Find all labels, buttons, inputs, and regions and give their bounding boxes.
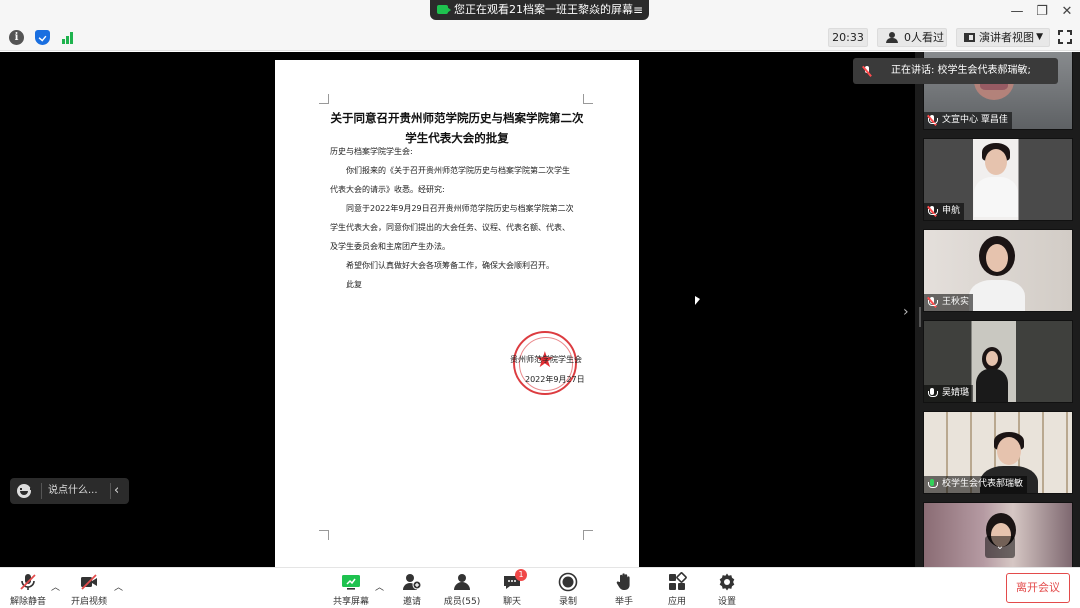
- apps-grid-icon: [669, 572, 687, 590]
- restore-icon[interactable]: ❐: [1032, 3, 1052, 21]
- members-button[interactable]: 成员(55): [440, 570, 484, 608]
- viewers-button[interactable]: 0人看过: [877, 28, 947, 47]
- mic-muted-icon: [20, 574, 36, 590]
- share-screen-button[interactable]: 共享屏幕: [329, 570, 373, 608]
- chevron-up-icon[interactable]: ︿: [375, 580, 384, 593]
- document-signature: 贵州师范学院学生会: [510, 355, 582, 364]
- document-paragraph: 及学生委员会和主席团产生办法。: [330, 242, 450, 251]
- chat-label: 聊天: [502, 597, 521, 607]
- participant-name: 校学生会代表郝瑞敏: [924, 476, 1028, 493]
- chevron-down-icon: ▼: [1036, 32, 1043, 42]
- mic-muted-icon: [926, 297, 938, 308]
- settings-button[interactable]: 设置: [707, 570, 747, 608]
- participant-video-panel: 文宣中心 覃昌佳 申航 王秋实 吴婧璐 校学生会代表郝瑞敏: [915, 52, 1080, 567]
- view-mode-dropdown[interactable]: 演讲者视图 ▼: [956, 28, 1050, 47]
- title-bar: 您正在观看21档案一班王黎焱的屏幕 ≡ — ❐ ✕: [0, 0, 1080, 24]
- menu-icon[interactable]: ≡: [633, 0, 643, 20]
- mic-muted-icon: [861, 66, 872, 77]
- leave-meeting-button[interactable]: 离开会议: [1006, 573, 1070, 603]
- share-screen-label: 共享屏幕: [332, 597, 369, 607]
- screen-share-icon: [437, 5, 451, 14]
- minimize-icon[interactable]: —: [1007, 3, 1027, 21]
- raise-hand-button[interactable]: 举手: [604, 570, 644, 608]
- chat-button[interactable]: 1 聊天: [492, 569, 532, 608]
- person-icon: [886, 32, 898, 43]
- emoji-icon[interactable]: [17, 484, 32, 498]
- chevron-right-icon[interactable]: ›: [903, 304, 909, 320]
- document-date: 2022年9月27日: [525, 375, 585, 384]
- signal-icon[interactable]: [60, 30, 75, 45]
- unmute-label: 解除静音: [9, 597, 46, 607]
- mic-on-icon: [928, 388, 938, 399]
- document-paragraph: 希望你们认真做好大会各项筹备工作，确保大会顺利召开。: [346, 261, 554, 270]
- participant-tile[interactable]: 申航: [923, 138, 1073, 221]
- invite-label: 邀请: [402, 597, 421, 607]
- chevron-up-icon[interactable]: ︿: [114, 580, 123, 593]
- screen-share-notice[interactable]: 您正在观看21档案一班王黎焱的屏幕 ≡: [430, 0, 649, 20]
- record-icon: [558, 572, 578, 592]
- document-addressee: 历史与档案学院学生会:: [330, 147, 413, 156]
- fullscreen-icon[interactable]: [1057, 29, 1073, 45]
- viewers-count: 0人看过: [904, 31, 944, 44]
- mic-muted-icon: [926, 206, 938, 217]
- add-user-icon: [403, 574, 422, 590]
- chat-input[interactable]: 说点什么...: [48, 478, 98, 504]
- chat-input-pill[interactable]: 说点什么... ‹: [10, 478, 129, 504]
- document-paragraph: 同意于2022年9月29日召开贵州师范学院历史与档案学院第二次: [346, 204, 574, 213]
- meeting-toolbar: 解除静音 ︿ 开启视频 ︿ 共享屏幕 ︿ 邀请 成员(55) 1 聊天 录制 举…: [0, 567, 1080, 608]
- active-speaker-toast: 正在讲话: 校学生会代表郝瑞敏;: [853, 58, 1058, 84]
- document-paragraph: 代表大会的请示》收悉。经研究:: [330, 185, 445, 194]
- document-paragraph: 你们报来的《关于召开贵州师范学院历史与档案学院第二次学生: [346, 166, 570, 175]
- settings-label: 设置: [717, 597, 736, 607]
- meeting-status-bar: i 20:33 0人看过 演讲者视图 ▼: [0, 24, 1080, 51]
- close-icon[interactable]: ✕: [1057, 3, 1077, 21]
- start-video-label: 开启视频: [70, 597, 107, 607]
- record-button[interactable]: 录制: [548, 570, 588, 608]
- document-paragraph: 学生代表大会，同意你们提出的大会任务、议程、代表名额、代表、: [330, 223, 570, 232]
- shared-document: 关于同意召开贵州师范学院历史与档案学院第二次学生代表大会的批复 历史与档案学院学…: [275, 60, 639, 567]
- document-closing: 此复: [346, 280, 362, 289]
- mic-muted-icon: [926, 115, 938, 126]
- members-icon: [454, 574, 470, 590]
- participant-tile[interactable]: 吴婧璐: [923, 320, 1073, 403]
- chevron-left-icon[interactable]: ‹: [114, 478, 119, 504]
- chevron-down-icon[interactable]: ⌄: [985, 536, 1015, 558]
- participant-tile[interactable]: 校学生会代表郝瑞敏: [923, 411, 1073, 494]
- shared-screen-area: 关于同意召开贵州师范学院历史与档案学院第二次学生代表大会的批复 历史与档案学院学…: [0, 52, 915, 567]
- chat-badge: 1: [515, 569, 527, 581]
- invite-button[interactable]: 邀请: [392, 570, 432, 608]
- chevron-up-icon[interactable]: ︿: [51, 580, 60, 593]
- raise-hand-label: 举手: [614, 597, 633, 607]
- apps-label: 应用: [667, 597, 686, 607]
- active-speaker-text: 正在讲话: 校学生会代表郝瑞敏;: [891, 65, 1031, 76]
- view-mode-label: 演讲者视图: [979, 31, 1034, 44]
- mic-active-icon: [928, 479, 938, 490]
- apps-button[interactable]: 应用: [657, 570, 697, 608]
- record-label: 录制: [558, 597, 577, 607]
- share-screen-icon: [342, 575, 360, 590]
- members-label: 成员(55): [443, 597, 481, 607]
- video-off-icon: [81, 574, 97, 590]
- unmute-button[interactable]: 解除静音: [6, 570, 50, 608]
- share-notice-text: 您正在观看21档案一班王黎焱的屏幕: [454, 3, 633, 16]
- gear-icon: [719, 573, 735, 591]
- mouse-cursor-icon: [695, 296, 700, 305]
- speaker-view-icon: [964, 33, 975, 42]
- participant-tile[interactable]: 王秋实: [923, 229, 1073, 312]
- raise-hand-icon: [616, 573, 630, 590]
- meeting-timer: 20:33: [828, 28, 868, 47]
- shield-icon[interactable]: [35, 30, 50, 45]
- start-video-button[interactable]: 开启视频: [66, 570, 112, 608]
- info-icon[interactable]: i: [9, 30, 24, 45]
